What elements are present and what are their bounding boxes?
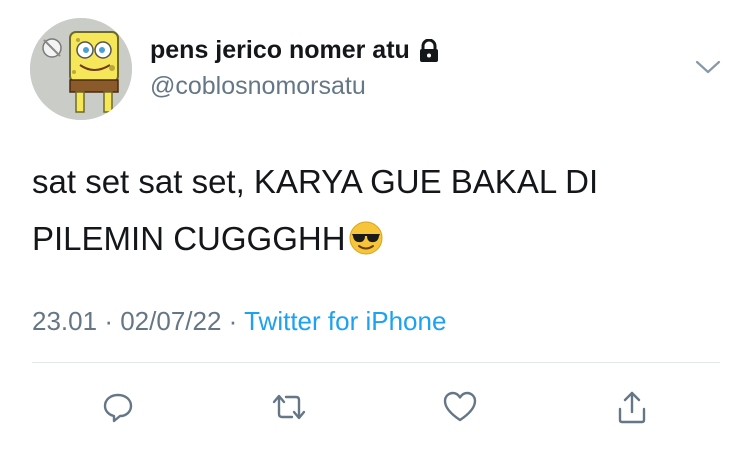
tweet-meta: 23.01 · 02/07/22 · Twitter for iPhone <box>32 306 446 337</box>
avatar[interactable] <box>30 18 132 120</box>
tweet-detail: pens jerico nomer atu @coblosnomorsatu s… <box>0 0 750 450</box>
lock-icon <box>418 38 440 63</box>
tweet-date: 02/07/22 <box>120 306 222 336</box>
heart-icon[interactable] <box>440 387 480 427</box>
display-name[interactable]: pens jerico nomer atu <box>150 36 440 65</box>
reply-icon[interactable] <box>98 387 138 427</box>
tweet-text-content: sat set sat set, KARYA GUE BAKAL DI PILE… <box>32 163 599 257</box>
meta-separator: · <box>228 306 238 336</box>
sunglasses-emoji-icon <box>348 216 384 273</box>
display-name-text: pens jerico nomer atu <box>150 36 410 64</box>
divider <box>32 362 720 363</box>
chevron-down-icon[interactable] <box>694 58 722 76</box>
tweet-text: sat set sat set, KARYA GUE BAKAL DI PILE… <box>32 153 722 273</box>
tweet-time: 23.01 <box>32 306 98 336</box>
share-icon[interactable] <box>612 387 652 427</box>
tweet-source-link[interactable]: Twitter for iPhone <box>244 306 446 336</box>
retweet-icon[interactable] <box>269 387 309 427</box>
cartoon-avatar-icon <box>30 18 132 120</box>
handle[interactable]: @coblosnomorsatu <box>150 72 366 101</box>
meta-separator: · <box>104 306 113 336</box>
